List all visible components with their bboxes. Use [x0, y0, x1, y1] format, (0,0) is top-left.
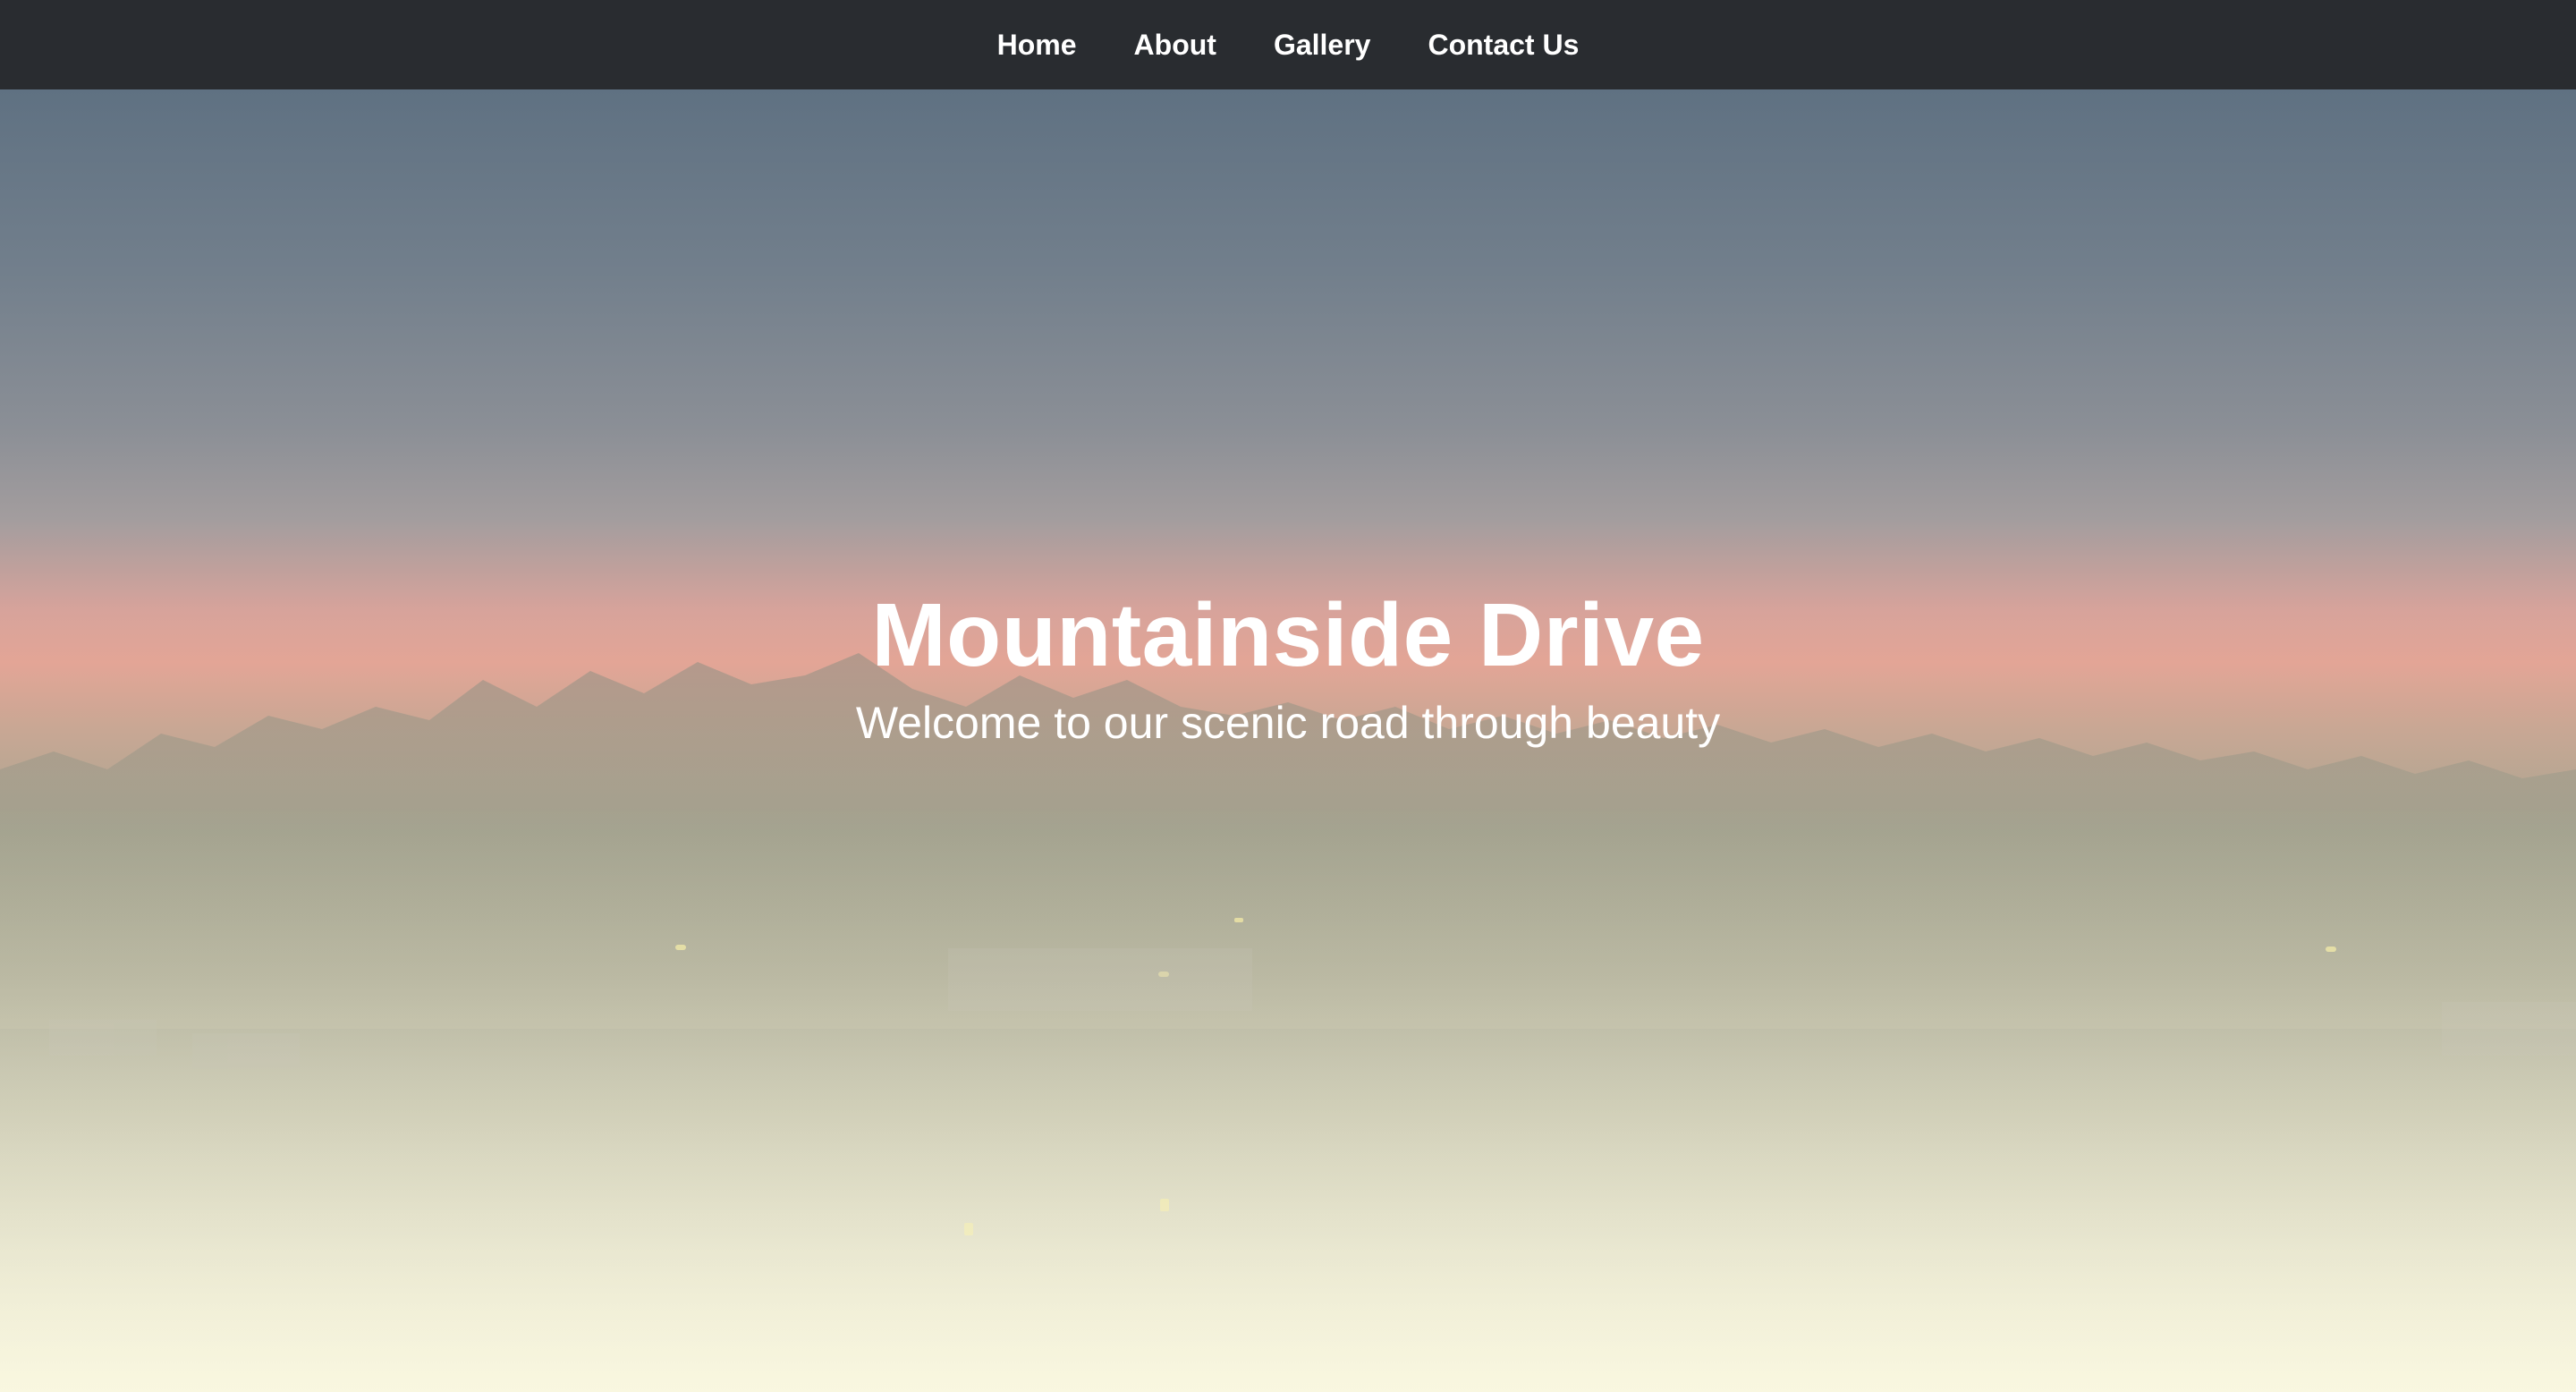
- nav-link-home[interactable]: Home: [997, 29, 1077, 62]
- nav-link-contact-us[interactable]: Contact Us: [1428, 29, 1579, 62]
- page: Home About Gallery Contact Us Mountainsi…: [0, 0, 2576, 1392]
- hero-title: Mountainside Drive: [871, 585, 1705, 685]
- hero-subtitle: Welcome to our scenic road through beaut…: [855, 698, 1721, 748]
- top-navbar: Home About Gallery Contact Us: [0, 0, 2576, 89]
- hero-section: Mountainside Drive Welcome to our scenic…: [0, 89, 2576, 1392]
- nav-link-gallery[interactable]: Gallery: [1274, 29, 1371, 62]
- hero-content: Mountainside Drive Welcome to our scenic…: [0, 586, 2576, 749]
- nav-link-about[interactable]: About: [1134, 29, 1216, 62]
